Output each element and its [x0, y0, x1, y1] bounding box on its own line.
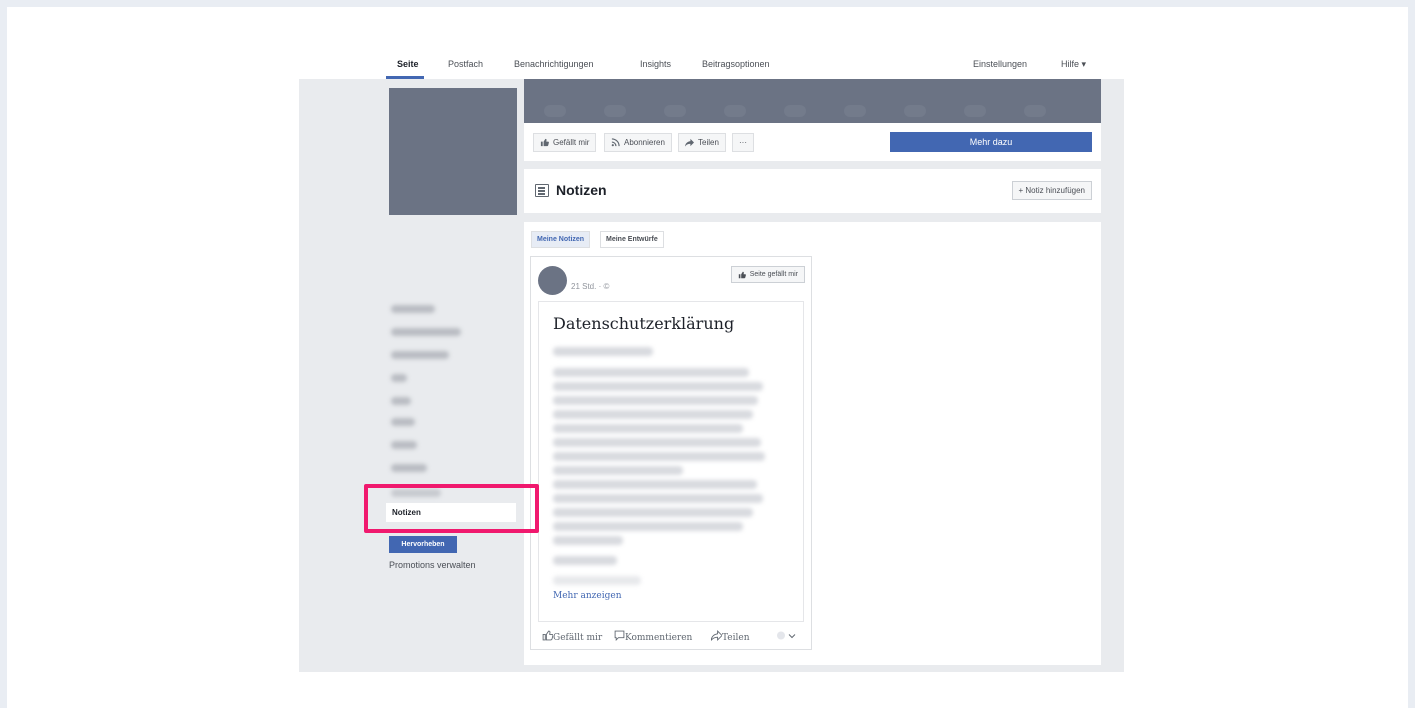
- show-more-link[interactable]: Mehr anzeigen: [553, 591, 622, 601]
- like-page-small-button[interactable]: Seite gefällt mir: [730, 266, 805, 283]
- sidebar-item-blurred[interactable]: [391, 328, 461, 336]
- more-options-button[interactable]: ···: [732, 133, 754, 152]
- thumbs-up-icon: [738, 271, 746, 279]
- blurred-text: [553, 556, 617, 565]
- sidebar-item-blurred[interactable]: [391, 305, 435, 313]
- share-outline-icon: [711, 630, 722, 641]
- page-action-bar: Gefällt mir Abonnieren Teilen ··· Mehr d…: [524, 123, 1101, 161]
- tab-my-notes[interactable]: Meine Notizen: [531, 231, 591, 248]
- manage-promotions-link[interactable]: Promotions verwalten: [389, 560, 476, 570]
- sidebar-item-blurred[interactable]: [391, 441, 417, 449]
- blurred-text: [553, 480, 757, 489]
- settings-link[interactable]: Einstellungen: [973, 59, 1027, 69]
- blurred-text: [553, 466, 683, 475]
- sidebar-item-blurred[interactable]: [391, 351, 449, 359]
- reaction-like-label: Gefällt mir: [553, 633, 603, 643]
- blurred-text: [553, 452, 765, 461]
- more-icon: ···: [739, 138, 747, 147]
- avatar[interactable]: [538, 266, 567, 295]
- blurred-text: [553, 368, 749, 377]
- tab-insights[interactable]: Insights: [640, 59, 671, 69]
- blurred-text: [553, 494, 763, 503]
- notes-content-panel: Meine Notizen Meine Entwürfe 21 Std. · ©…: [524, 222, 1101, 665]
- notes-section-header: Notizen + Notiz hinzufügen: [524, 169, 1101, 213]
- highlight-box: [364, 484, 539, 533]
- reaction-share-button[interactable]: Teilen: [711, 630, 750, 643]
- follow-button[interactable]: Abonnieren: [604, 133, 672, 152]
- tab-benachrichtigungen[interactable]: Benachrichtigungen: [514, 59, 594, 69]
- blurred-text: [553, 576, 641, 585]
- blurred-text: [553, 536, 623, 545]
- notes-icon: [535, 184, 549, 197]
- share-arrow-icon: [685, 138, 694, 147]
- tab-postfach[interactable]: Postfach: [448, 59, 483, 69]
- cover-photo[interactable]: [524, 79, 1101, 123]
- promote-button[interactable]: Hervorheben: [389, 536, 457, 553]
- sidebar-item-blurred[interactable]: [391, 418, 415, 426]
- thumbs-up-icon: [540, 138, 549, 147]
- blurred-text: [553, 438, 761, 447]
- notes-title: Notizen: [556, 182, 607, 198]
- sidebar-item-blurred[interactable]: [391, 374, 407, 382]
- rss-icon: [611, 138, 620, 147]
- tab-my-drafts[interactable]: Meine Entwürfe: [600, 231, 664, 248]
- note-title: Datenschutzerklärung: [553, 314, 735, 333]
- reaction-comment-label: Kommentieren: [625, 633, 693, 643]
- share-button[interactable]: Teilen: [678, 133, 726, 152]
- like-label: Gefällt mir: [553, 138, 590, 147]
- audience-selector[interactable]: [776, 630, 796, 642]
- add-note-button[interactable]: + Notiz hinzufügen: [1011, 181, 1092, 200]
- page-top-nav: Seite Postfach Benachrichtigungen Insigh…: [299, 50, 1124, 79]
- blurred-text: [553, 396, 758, 405]
- reaction-like-button[interactable]: Gefällt mir: [542, 630, 602, 643]
- share-label: Teilen: [698, 138, 719, 147]
- reaction-share-label: Teilen: [722, 633, 750, 643]
- blurred-text: [553, 508, 753, 517]
- sidebar-item-blurred[interactable]: [391, 464, 427, 472]
- post-reactions-bar: Gefällt mir Kommentieren Teilen: [538, 627, 804, 645]
- help-menu[interactable]: Hilfe ▾: [1061, 59, 1086, 70]
- blurred-text: [553, 347, 653, 356]
- follow-label: Abonnieren: [624, 138, 665, 147]
- comment-bubble-icon: [614, 630, 625, 641]
- chevron-down-icon: [777, 631, 796, 640]
- post-meta: 21 Std. · ©: [571, 282, 610, 291]
- learn-more-button[interactable]: Mehr dazu: [890, 132, 1092, 152]
- blurred-text: [553, 410, 753, 419]
- sidebar-item-blurred[interactable]: [391, 397, 411, 405]
- like-page-label: Seite gefällt mir: [749, 271, 798, 278]
- reaction-comment-button[interactable]: Kommentieren: [614, 630, 692, 643]
- tab-beitragsoptionen[interactable]: Beitragsoptionen: [702, 59, 770, 69]
- blurred-text: [553, 522, 743, 531]
- thumbs-up-outline-icon: [542, 630, 553, 641]
- like-page-button[interactable]: Gefällt mir: [533, 133, 597, 152]
- note-preview[interactable]: Datenschutzerklärung Mehr anzeigen: [538, 301, 804, 622]
- blurred-text: [553, 382, 763, 391]
- note-card: 21 Std. · © Seite gefällt mir Datenschut…: [530, 256, 812, 650]
- profile-picture[interactable]: [389, 88, 517, 215]
- tab-seite[interactable]: Seite: [397, 59, 419, 69]
- blurred-text: [553, 424, 743, 433]
